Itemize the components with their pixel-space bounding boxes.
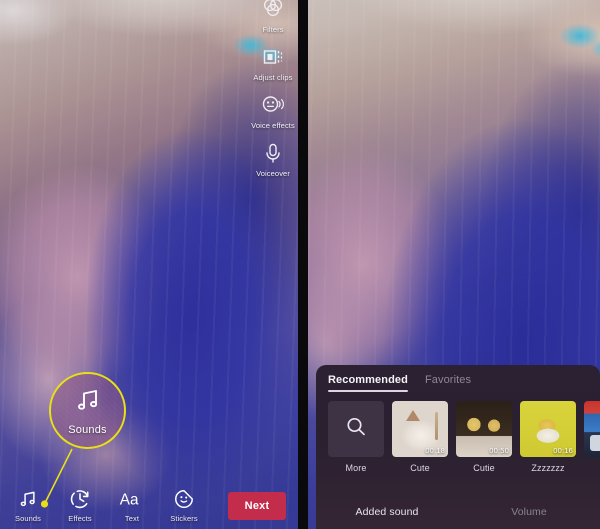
toolbar-sounds-button[interactable]: Sounds <box>4 487 52 523</box>
sound-duration: 00:18 <box>425 446 445 455</box>
app-screenshot: Filters Adjust clips Voice effects Voice… <box>0 0 600 529</box>
sound-card-zzzzzzz[interactable]: 00:16 Zzzzzzz <box>520 401 576 473</box>
sound-name: Jaw <box>584 463 600 473</box>
added-sound-button[interactable]: Added sound <box>316 506 458 518</box>
toolbar-stickers-label: Stickers <box>170 514 198 523</box>
sound-card-cutie[interactable]: 00:50 Cutie <box>456 401 512 473</box>
adjust-clips-icon <box>260 44 286 70</box>
sound-card-cute[interactable]: 00:18 Cute <box>392 401 448 473</box>
tool-voice-effects-label: Voice effects <box>251 121 295 130</box>
sound-name: Zzzzzzz <box>531 463 565 473</box>
toolbar-effects-label: Effects <box>68 514 92 523</box>
toolbar-text-button[interactable]: Aa Text <box>108 487 156 523</box>
left-phone-panel: Filters Adjust clips Voice effects Voice… <box>0 0 298 529</box>
sound-thumbnail: 00:18 <box>392 401 448 457</box>
sound-card-more[interactable]: More <box>328 401 384 473</box>
voice-effects-icon <box>260 92 286 118</box>
sound-thumbnail <box>328 401 384 457</box>
toolbar-stickers-button[interactable]: Stickers <box>160 487 208 523</box>
editor-bottom-toolbar: Sounds Effects Aa Text Stickers Next <box>0 481 298 529</box>
sticker-smiley-icon <box>173 487 195 511</box>
sound-thumbnail <box>584 401 600 457</box>
svg-text:Aa: Aa <box>120 491 139 508</box>
sound-card-jaw[interactable]: Jaw <box>584 401 600 473</box>
music-note-icon <box>17 487 39 511</box>
voiceover-icon <box>260 140 286 166</box>
tool-adjust-clips[interactable]: Adjust clips <box>250 44 296 82</box>
sheet-tab-bar: Recommended Favorites <box>316 365 600 392</box>
sounds-callout-label: Sounds <box>68 424 107 436</box>
tab-favorites-label: Favorites <box>424 374 472 386</box>
toolbar-text-label: Text <box>124 514 140 523</box>
sound-picker-sheet: Recommended Favorites More 00:18 Cute 00… <box>316 365 600 529</box>
right-phone-panel: Recommended Favorites More 00:18 Cute 00… <box>308 0 600 529</box>
sound-duration: 00:50 <box>489 446 509 455</box>
tab-active-underline <box>328 390 408 392</box>
sound-name: Cutie <box>473 463 495 473</box>
tab-favorites[interactable]: Favorites <box>425 374 471 392</box>
sheet-footer-bar: Added sound Volume <box>316 495 600 529</box>
editor-tool-rail: Filters Adjust clips Voice effects Voice… <box>250 0 296 188</box>
effects-clock-icon <box>69 487 91 511</box>
sound-duration: 00:16 <box>553 446 573 455</box>
panel-divider <box>298 0 308 529</box>
sound-name: Cute <box>410 463 430 473</box>
music-note-icon <box>73 385 103 420</box>
tool-filters[interactable]: Filters <box>250 0 296 34</box>
filters-icon <box>260 0 286 22</box>
search-icon <box>343 414 369 445</box>
tool-voice-effects[interactable]: Voice effects <box>250 92 296 130</box>
tab-recommended[interactable]: Recommended <box>328 374 408 392</box>
sound-thumbnail: 00:50 <box>456 401 512 457</box>
sound-name: More <box>345 463 367 473</box>
sound-thumbnail: 00:16 <box>520 401 576 457</box>
volume-button[interactable]: Volume <box>458 506 600 518</box>
next-button[interactable]: Next <box>228 492 286 520</box>
tab-recommended-label: Recommended <box>328 374 408 386</box>
tool-voiceover[interactable]: Voiceover <box>250 140 296 178</box>
tool-adjust-clips-label: Adjust clips <box>253 73 293 82</box>
sound-card-list[interactable]: More 00:18 Cute 00:50 Cutie 00:16 Zzzzzz… <box>316 392 600 473</box>
toolbar-sounds-label: Sounds <box>14 514 42 523</box>
tool-filters-label: Filters <box>262 25 284 34</box>
sounds-callout-bubble: Sounds <box>49 372 126 449</box>
toolbar-effects-button[interactable]: Effects <box>56 487 104 523</box>
tool-voiceover-label: Voiceover <box>256 169 290 178</box>
text-aa-icon: Aa <box>119 487 145 511</box>
